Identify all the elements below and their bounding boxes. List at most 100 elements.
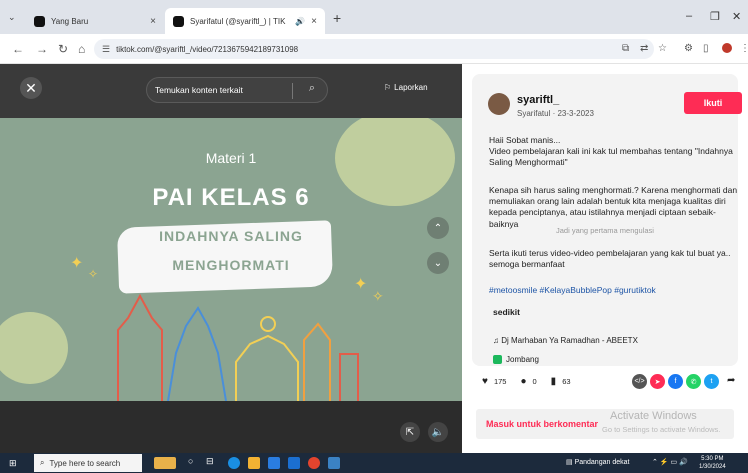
author-name-date: Syarifatul · 23-3-2023 [517, 109, 594, 118]
author-username[interactable]: syariftl_ [517, 94, 559, 106]
site-info-icon[interactable]: ☰ [102, 44, 110, 55]
embed-icon[interactable]: </> [632, 374, 647, 389]
profile-avatar[interactable] [722, 43, 732, 53]
taskbar-search-placeholder: Type here to search [49, 458, 121, 468]
side-panel-icon[interactable]: ▯ [703, 43, 709, 54]
flag-icon: ⚐ [384, 83, 392, 92]
search-placeholder: Temukan konten terkait [155, 85, 243, 95]
slide-topic-line2: MENGHORMATI [172, 257, 290, 273]
show-less-link[interactable]: sedikit [493, 307, 520, 317]
post-description-intro: Haii Sobat manis... Video pembelajaran k… [489, 135, 733, 168]
photos-icon[interactable] [328, 457, 340, 469]
taskbar-clock[interactable]: 5:30 PM 1/30/2024 [699, 455, 726, 471]
reload-icon[interactable]: ↻ [58, 42, 68, 56]
task-view-icon[interactable]: ○ [188, 456, 200, 468]
more-share-arrow-icon[interactable]: ➦ [727, 375, 735, 386]
twitter-icon[interactable]: t [704, 374, 719, 389]
browser-menu-icon[interactable]: ⋮ [740, 43, 748, 54]
video-bottom-bar: ⇱ 🔈 [0, 401, 462, 453]
tab-title: Yang Baru [51, 16, 89, 26]
picture-in-picture-button[interactable]: ⇱ [400, 422, 420, 442]
save-count: 63 [562, 377, 571, 386]
leaf-bottom-left [0, 312, 68, 384]
browser-tab-bar: ⌄ Yang Baru × Syarifatul (@syariftl_) | … [0, 0, 748, 34]
music-note-icon: ♫ [493, 336, 502, 345]
search-icon[interactable]: ⌕ [309, 82, 315, 95]
tab-yang-baru[interactable]: Yang Baru × [26, 8, 164, 34]
chrome-icon[interactable] [308, 457, 320, 469]
tab-close-icon[interactable]: × [311, 16, 317, 27]
install-app-icon[interactable]: ⧉ [622, 43, 629, 54]
file-explorer-icon[interactable] [248, 457, 260, 469]
tray-system-icons[interactable]: ⌃ ⚡ ▭ 🔊 [652, 458, 688, 466]
report-button[interactable]: ⚐ Laporkan [384, 83, 428, 92]
bookmark-star-icon[interactable]: ☆ [658, 43, 667, 54]
forward-arrow-icon[interactable]: → [36, 42, 48, 56]
whatsapp-icon[interactable]: ✆ [686, 374, 701, 389]
tab-close-icon[interactable]: × [150, 16, 156, 27]
post-hashtags[interactable]: #metoosmile #KelayaBubblePop #gurutiktok [489, 285, 744, 295]
previous-video-button[interactable]: ⌃ [427, 217, 449, 239]
post-description-card: syariftl_ Syarifatul · 23-3-2023 Haii So… [472, 74, 738, 366]
comment-count: 0 [532, 377, 537, 386]
video-top-bar: ✕ Temukan konten terkait ⌕ ⚐ Laporkan [0, 64, 462, 118]
window-restore-button[interactable]: ❐ [710, 10, 720, 23]
comment-icon[interactable]: ● [520, 376, 526, 387]
building-orange [303, 322, 331, 401]
home-icon[interactable]: ⌂ [78, 42, 85, 56]
windows-start-icon[interactable]: ⊞ [9, 458, 17, 469]
star-decoration: ✧ [372, 288, 384, 304]
music-track-link[interactable]: ♫ Dj Marhaban Ya Ramadhan - ABEETX [493, 336, 638, 345]
bookmark-icon[interactable]: ▮ [551, 376, 557, 387]
star-decoration: ✦ [354, 276, 367, 293]
login-to-comment-link[interactable]: Masuk untuk berkomentar [486, 419, 598, 429]
taskbar-search-input[interactable]: ⌕ Type here to search [34, 454, 142, 472]
address-url: tiktok.com/@syariftl_/video/721367594218… [116, 44, 299, 54]
send-to-friends-icon[interactable]: ➤ [650, 374, 665, 389]
audio-playing-icon[interactable]: 🔊 [295, 17, 305, 26]
building-blue [167, 306, 227, 401]
engagement-stats: ♥ 175 ● 0 ▮ 63 [482, 376, 585, 387]
heart-icon[interactable]: ♥ [482, 376, 488, 387]
facebook-icon[interactable]: f [668, 374, 683, 389]
window-close-button[interactable]: ✕ [732, 10, 741, 23]
edge-icon[interactable] [228, 457, 240, 469]
related-search-input[interactable]: Temukan konten terkait ⌕ [146, 77, 328, 103]
widgets-icon[interactable]: ⊟ [206, 456, 218, 468]
floating-player-icon: ⇱ [405, 426, 415, 438]
back-arrow-icon[interactable]: ← [12, 42, 24, 56]
tab-search-dropdown-icon[interactable]: ⌄ [8, 12, 16, 23]
avatar[interactable] [488, 93, 510, 115]
follow-button[interactable]: Ikuti [684, 92, 742, 114]
location-tag[interactable]: Jombang [493, 355, 539, 364]
building-red-small [339, 353, 359, 401]
mail-icon[interactable] [288, 457, 300, 469]
comment-login-bar[interactable]: Masuk untuk berkomentar Activate Windows… [476, 409, 734, 439]
video-frame[interactable]: ✦ ✧ ✦ ✧ Materi 1 PAI KELAS 6 INDAHNYA SA… [0, 118, 462, 401]
news-widget-icon[interactable] [154, 457, 176, 469]
volume-button[interactable]: 🔈 [428, 422, 448, 442]
activate-windows-subtitle: Go to Settings to activate Windows. [602, 425, 721, 434]
window-minimize-button[interactable]: – [686, 10, 692, 22]
store-icon[interactable] [268, 457, 280, 469]
search-divider [292, 83, 293, 99]
chevron-down-icon: ⌄ [433, 257, 443, 269]
location-name: Jombang [506, 355, 539, 364]
tab-tiktok-video[interactable]: Syarifatul (@syariftl_) | TIK 🔊 × [165, 8, 325, 34]
tiktok-favicon-icon [34, 15, 45, 27]
close-video-button[interactable]: ✕ [20, 77, 42, 99]
volume-icon: 🔈 [431, 426, 445, 438]
activate-windows-title: Activate Windows [610, 410, 697, 422]
extensions-icon[interactable]: ⚙ [684, 43, 693, 54]
post-description-closing: Serta ikuti terus video-video pembelajar… [489, 248, 731, 270]
address-bar[interactable]: ☰ tiktok.com/@syariftl_/video/7213675942… [94, 39, 654, 59]
translate-icon[interactable]: ⇄ [640, 43, 648, 54]
tray-label[interactable]: ▤ Pandangan dekat [566, 458, 629, 466]
tray-label-text: Pandangan dekat [574, 459, 630, 466]
clock-time: 5:30 PM [701, 456, 724, 462]
next-video-button[interactable]: ⌄ [427, 252, 449, 274]
caption-overlay-note: Jadi yang pertama mengulasi [556, 226, 654, 235]
building-yellow [235, 334, 299, 401]
post-description-body: Kenapa sih harus saling menghormati.? Ka… [489, 185, 738, 229]
new-tab-button[interactable]: + [333, 11, 341, 25]
